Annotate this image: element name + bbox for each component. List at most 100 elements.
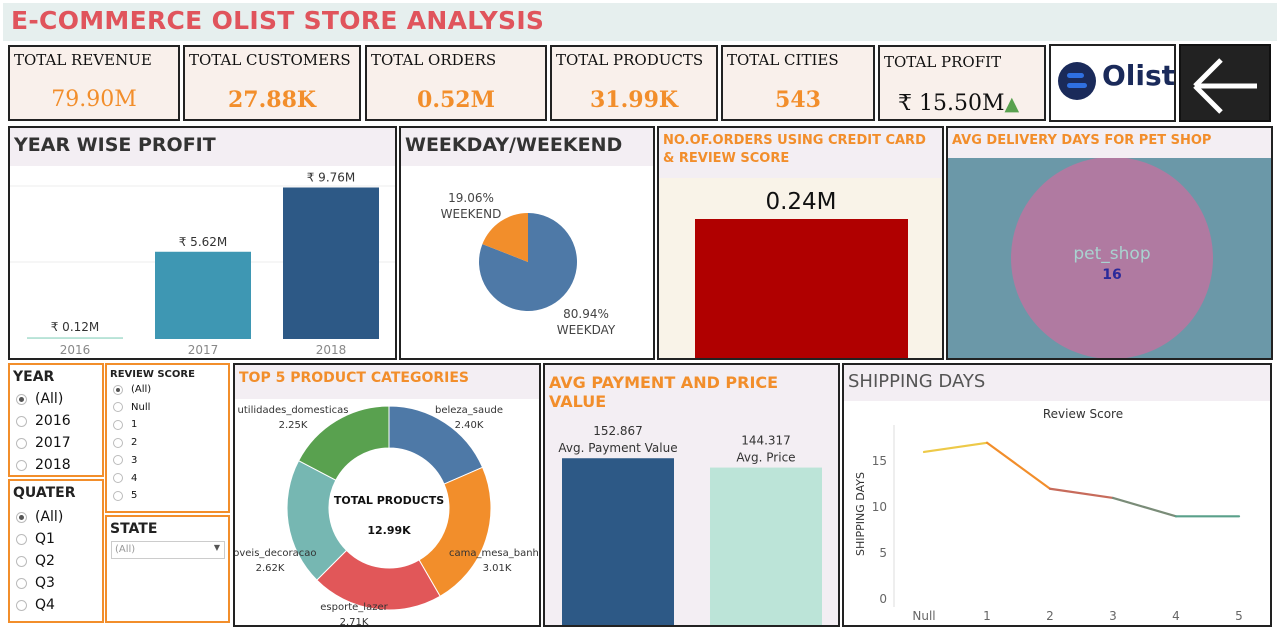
- bar: [155, 251, 251, 339]
- bar: [710, 467, 822, 625]
- radio-icon: [16, 555, 27, 567]
- filter-option[interactable]: (All): [113, 384, 151, 395]
- bar-label: ₹ 5.62M: [179, 235, 228, 249]
- filter-option[interactable]: 3: [113, 455, 137, 466]
- shipping-panel: SHIPPING DAYS Review Score SHIPPING DAYS 0…: [842, 363, 1272, 627]
- slice-value-label: 3.01K: [483, 563, 512, 574]
- radio-icon: [16, 577, 27, 589]
- logo-text: Olist: [1102, 59, 1176, 92]
- top5-panel: TOP 5 PRODUCT CATEGORIES beleza_saude 2.4…: [233, 363, 541, 627]
- kpi-value: 543: [775, 87, 821, 113]
- bar: [283, 187, 379, 339]
- donut-slice: [418, 466, 492, 597]
- kpi-value: ₹ 15.50M▲: [898, 91, 1044, 116]
- x-tick-label: 4: [1172, 609, 1180, 623]
- slice-value-label: 2.71K: [340, 617, 369, 625]
- filter-option[interactable]: 2: [113, 437, 137, 448]
- slice-name-label: moveis_decoracao: [235, 548, 317, 559]
- filter-option[interactable]: Q4: [16, 597, 55, 613]
- filter-option[interactable]: 1: [113, 419, 137, 430]
- slice-name-label: WEEKEND: [441, 207, 502, 221]
- radio-icon: [113, 402, 123, 413]
- kpi-value: 31.99K: [589, 87, 678, 113]
- radio-icon: [16, 533, 27, 545]
- filter-option-label: 2016: [35, 413, 71, 429]
- credit-card-panel: NO.OF.ORDERS USING CREDIT CARD & REVIEW …: [657, 126, 944, 360]
- state-dropdown[interactable]: (All) ▼: [111, 541, 225, 559]
- radio-icon: [16, 415, 27, 427]
- slice-value-label: 2.62K: [256, 563, 285, 574]
- profit-value: ₹ 15.50M: [898, 91, 1005, 116]
- filter-option-label: Q3: [35, 575, 55, 591]
- avg-payment-chart: 152.867 Avg. Payment Value 144.317 Avg. Pri…: [558, 424, 822, 625]
- olist-logo: Olist: [1049, 44, 1176, 122]
- kpi-value: 0.52M: [417, 87, 495, 113]
- panel-title: AVG DELIVERY DAYS FOR PET SHOP: [948, 128, 1271, 158]
- x-tick-label: 2018: [316, 343, 347, 357]
- filter-option[interactable]: (All): [16, 509, 63, 525]
- radio-icon: [16, 511, 27, 523]
- slice-value-label: 16: [1102, 267, 1121, 283]
- filter-option-label: 5: [131, 490, 138, 502]
- slice-name-label: esporte_lazer: [320, 602, 388, 613]
- filter-title: QUATER: [13, 485, 76, 501]
- x-tick-label: 2016: [60, 343, 91, 357]
- bar: [27, 337, 123, 339]
- donut-center-label: TOTAL PRODUCTS: [334, 494, 444, 507]
- filter-option-label: 2: [131, 437, 138, 449]
- bar: [562, 458, 674, 625]
- kpi-total-customers: TOTAL CUSTOMERS 27.88K: [183, 45, 361, 121]
- filter-option[interactable]: 2018: [16, 457, 71, 473]
- review-score-filter: REVIEW SCORE (All) Null 1 2 3 4 5: [105, 363, 230, 513]
- weekday-chart: 19.06% WEEKEND 80.94% WEEKDAY: [441, 191, 616, 337]
- filter-option-label: 2017: [35, 435, 71, 451]
- radio-icon: [113, 384, 123, 395]
- radio-icon: [113, 437, 123, 448]
- filter-option[interactable]: Q2: [16, 553, 55, 569]
- filter-option[interactable]: 4: [113, 473, 137, 484]
- back-button[interactable]: [1179, 44, 1271, 122]
- filter-option[interactable]: 5: [113, 490, 137, 501]
- filter-option[interactable]: (All): [16, 391, 63, 407]
- kpi-label: TOTAL ORDERS: [371, 51, 497, 69]
- x-tick-label: 3: [1109, 609, 1117, 623]
- panel-title: YEAR WISE PROFIT: [10, 128, 395, 166]
- filter-option-label: 1: [131, 419, 138, 431]
- kpi-label: TOTAL PROFIT: [884, 53, 1002, 71]
- panel-title: SHIPPING DAYS: [844, 365, 1270, 401]
- filter-option-label: Null: [131, 401, 151, 413]
- dashboard-title: E-COMMERCE OLIST STORE ANALYSIS: [11, 6, 545, 35]
- bar-category-label: Avg. Payment Value: [558, 441, 677, 455]
- radio-icon: [113, 455, 123, 466]
- state-dropdown-value: (All): [115, 544, 136, 555]
- slice-name-label: beleza_saude: [435, 405, 503, 416]
- filter-option[interactable]: 2016: [16, 413, 71, 429]
- bar-label: 0.24M: [765, 189, 836, 215]
- filter-option[interactable]: Q1: [16, 531, 55, 547]
- slice-name-label: pet_shop: [1073, 244, 1150, 264]
- x-tick-label: 5: [1235, 609, 1243, 623]
- filter-option[interactable]: Q3: [16, 575, 55, 591]
- radio-icon: [16, 459, 27, 471]
- title-bar: E-COMMERCE OLIST STORE ANALYSIS: [3, 3, 1277, 41]
- shipping-chart: Review Score SHIPPING DAYS 0 5 10 15 Null 1 2 3 4 5: [854, 407, 1243, 623]
- year-filter: YEAR (All) 2016 2017 2018: [8, 363, 104, 477]
- kpi-total-profit: TOTAL PROFIT ₹ 15.50M▲: [878, 45, 1046, 121]
- slice-value-label: 2.25K: [279, 420, 308, 431]
- weekday-panel: WEEKDAY/WEEKEND 19.06% WEEKEND 80.94% WEEKD…: [399, 126, 655, 360]
- bar-value-label: 152.867: [593, 424, 643, 438]
- panel-title: WEEKDAY/WEEKEND: [401, 128, 653, 166]
- bar-category-label: Avg. Price: [736, 451, 795, 465]
- chevron-down-icon: ▼: [213, 543, 220, 552]
- delivery-chart: pet_shop 16: [948, 158, 1271, 358]
- filter-option[interactable]: 2017: [16, 435, 71, 451]
- slice-name-label: cama_mesa_banho: [449, 548, 539, 559]
- slice-percent-label: 19.06%: [448, 191, 494, 205]
- slice-name-label: WEEKDAY: [557, 323, 616, 337]
- y-tick-label: 10: [872, 500, 887, 514]
- kpi-total-cities: TOTAL CITIES 543: [721, 45, 875, 121]
- quarter-filter: QUATER (All) Q1 Q2 Q3 Q4: [8, 479, 104, 623]
- filter-option[interactable]: Null: [113, 402, 150, 413]
- radio-icon: [113, 490, 123, 501]
- slice-name-label: utilidades_domesticas: [238, 405, 349, 416]
